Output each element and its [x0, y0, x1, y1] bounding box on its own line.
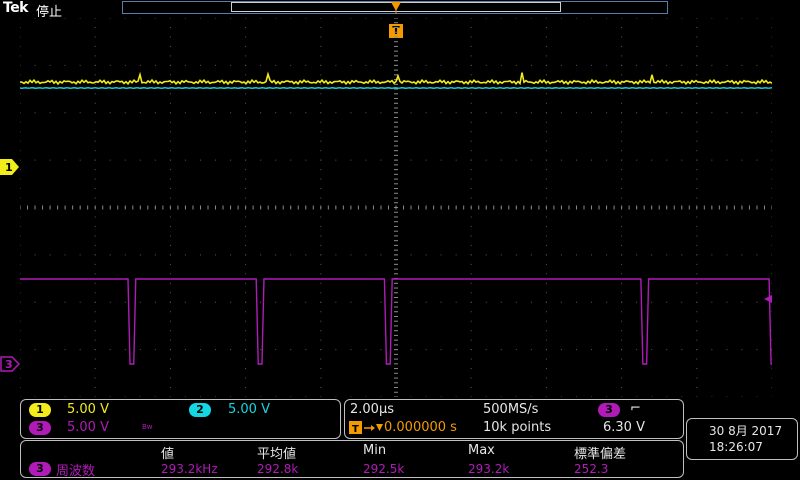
- bandwidth-limit-icon: Bw: [142, 423, 153, 431]
- measurement-header-value: 値: [161, 447, 175, 462]
- horizontal-scale[interactable]: 2.00µs: [350, 402, 394, 417]
- channel-2-trace: [20, 86, 772, 90]
- measurement-max: 293.2k: [468, 462, 510, 476]
- datetime-panel[interactable]: 30 8月 2017 18:26:07: [686, 418, 798, 460]
- graticule-center-axes: [20, 18, 772, 397]
- measurement-header-min: Min: [363, 443, 387, 458]
- measurement-min: 292.5k: [363, 462, 405, 476]
- timebase-trigger-panel[interactable]: 2.00µs 500MS/s 3 ⌐ T 0.000000 s 10k poin…: [344, 399, 684, 439]
- channel-3-marker-label: 3: [5, 358, 13, 371]
- measurement-header-max: Max: [468, 443, 495, 458]
- channel-3-badge[interactable]: 3: [29, 421, 51, 435]
- date-label: 30 8月 2017: [709, 424, 783, 438]
- channel-1-marker-label: 1: [5, 161, 13, 174]
- measurement-panel[interactable]: 値 平均値 Min Max 標準偏差 3 周波数 293.2kHz 292.8k…: [20, 440, 684, 479]
- measurement-stddev: 252.3: [574, 462, 609, 476]
- measurement-source-badge[interactable]: 3: [29, 462, 51, 476]
- channel-1-trace: [20, 71, 772, 86]
- channel-1-badge[interactable]: 1: [29, 403, 51, 417]
- measurement-mean: 292.8k: [257, 462, 299, 476]
- channel-2-badge[interactable]: 2: [189, 403, 211, 417]
- channel-2-scale[interactable]: 5.00 V: [228, 402, 270, 417]
- trigger-delay-icon: T: [349, 421, 383, 435]
- measurement-header-stddev: 標準偏差: [574, 447, 627, 462]
- channel-settings-panel[interactable]: 1 5.00 V 2 5.00 V 3 5.00 V Bw: [20, 399, 341, 439]
- trigger-position-icon[interactable]: [391, 2, 401, 14]
- trigger-level[interactable]: 6.30 V: [603, 420, 645, 435]
- brand-logo: Tek: [3, 0, 29, 16]
- trigger-slope-icon[interactable]: ⌐: [630, 401, 641, 416]
- channel-1-scale[interactable]: 5.00 V: [67, 402, 109, 417]
- sample-rate: 500MS/s: [483, 402, 539, 417]
- trigger-source-badge[interactable]: 3: [598, 403, 620, 417]
- trigger-delay[interactable]: 0.000000 s: [384, 420, 457, 435]
- trigger-level-arrow-icon[interactable]: [764, 295, 772, 303]
- channel-3-scale[interactable]: 5.00 V: [67, 420, 109, 435]
- measurement-value: 293.2kHz: [161, 462, 218, 476]
- channel-1-ground-marker[interactable]: 1: [0, 159, 20, 175]
- channel-3-ground-marker[interactable]: 3: [0, 356, 20, 372]
- measurement-header-mean: 平均値: [257, 447, 297, 462]
- record-length[interactable]: 10k points: [483, 420, 551, 435]
- time-label: 18:26:07: [709, 440, 763, 454]
- top-status-bar: Tek 停止: [0, 0, 800, 20]
- svg-text:T: T: [352, 424, 359, 435]
- waveform-graticule[interactable]: [20, 18, 772, 397]
- measurement-name[interactable]: 周波数: [56, 460, 95, 479]
